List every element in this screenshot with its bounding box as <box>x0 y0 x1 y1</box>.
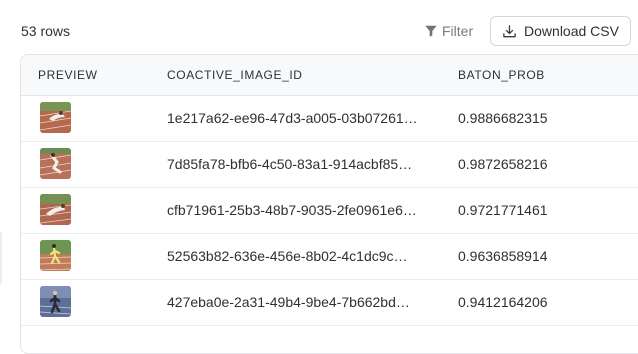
download-label: Download CSV <box>524 23 619 39</box>
download-icon <box>503 24 516 37</box>
table-row[interactable]: cfb71961-25b3-48b7-9035-2fe0961e6… 0.972… <box>21 188 638 234</box>
image-id-cell: 7d85fa78-bfb6-4c50-83a1-914acbf85… <box>167 156 413 172</box>
image-id-cell: 427eba0e-2a31-49b4-9be4-7b662bd… <box>167 294 410 310</box>
baton-prob-cell: 0.9636858914 <box>458 248 548 264</box>
download-csv-button[interactable]: Download CSV <box>490 16 631 46</box>
preview-thumbnail[interactable] <box>40 102 71 133</box>
image-id-cell: 52563b82-636e-456e-8b02-4c1dc9c… <box>167 248 408 264</box>
preview-thumbnail[interactable] <box>40 148 71 179</box>
image-id-cell: cfb71961-25b3-48b7-9035-2fe0961e6… <box>167 202 417 218</box>
results-table: PREVIEW COACTIVE_IMAGE_ID BATON_PROB 1e2… <box>20 54 638 354</box>
page-edge-divider <box>0 232 2 284</box>
table-toolbar: 53 rows Filter Download CSV <box>0 0 638 54</box>
preview-thumbnail[interactable] <box>40 240 71 271</box>
row-count: 53 rows <box>21 23 71 39</box>
column-header-image-id[interactable]: COACTIVE_IMAGE_ID <box>167 68 303 82</box>
baton-prob-cell: 0.9872658216 <box>458 156 548 172</box>
image-id-cell: 1e217a62-ee96-47d3-a005-03b07261… <box>167 110 418 126</box>
baton-prob-cell: 0.9886682315 <box>458 110 548 126</box>
table-row[interactable]: 7d85fa78-bfb6-4c50-83a1-914acbf85… 0.987… <box>21 142 638 188</box>
filter-label: Filter <box>442 23 474 39</box>
table-row[interactable]: 1e217a62-ee96-47d3-a005-03b07261… 0.9886… <box>21 96 638 142</box>
column-header-preview[interactable]: PREVIEW <box>38 68 98 82</box>
table-row[interactable]: 52563b82-636e-456e-8b02-4c1dc9c… 0.96368… <box>21 234 638 280</box>
filter-icon <box>425 25 437 37</box>
table-header: PREVIEW COACTIVE_IMAGE_ID BATON_PROB <box>21 55 638 96</box>
preview-thumbnail[interactable] <box>40 286 71 317</box>
baton-prob-cell: 0.9721771461 <box>458 202 548 218</box>
column-header-baton-prob[interactable]: BATON_PROB <box>458 68 545 82</box>
preview-thumbnail[interactable] <box>40 194 71 225</box>
table-row[interactable]: 427eba0e-2a31-49b4-9be4-7b662bd… 0.94121… <box>21 280 638 326</box>
baton-prob-cell: 0.9412164206 <box>458 294 548 310</box>
filter-button[interactable]: Filter <box>424 23 473 39</box>
